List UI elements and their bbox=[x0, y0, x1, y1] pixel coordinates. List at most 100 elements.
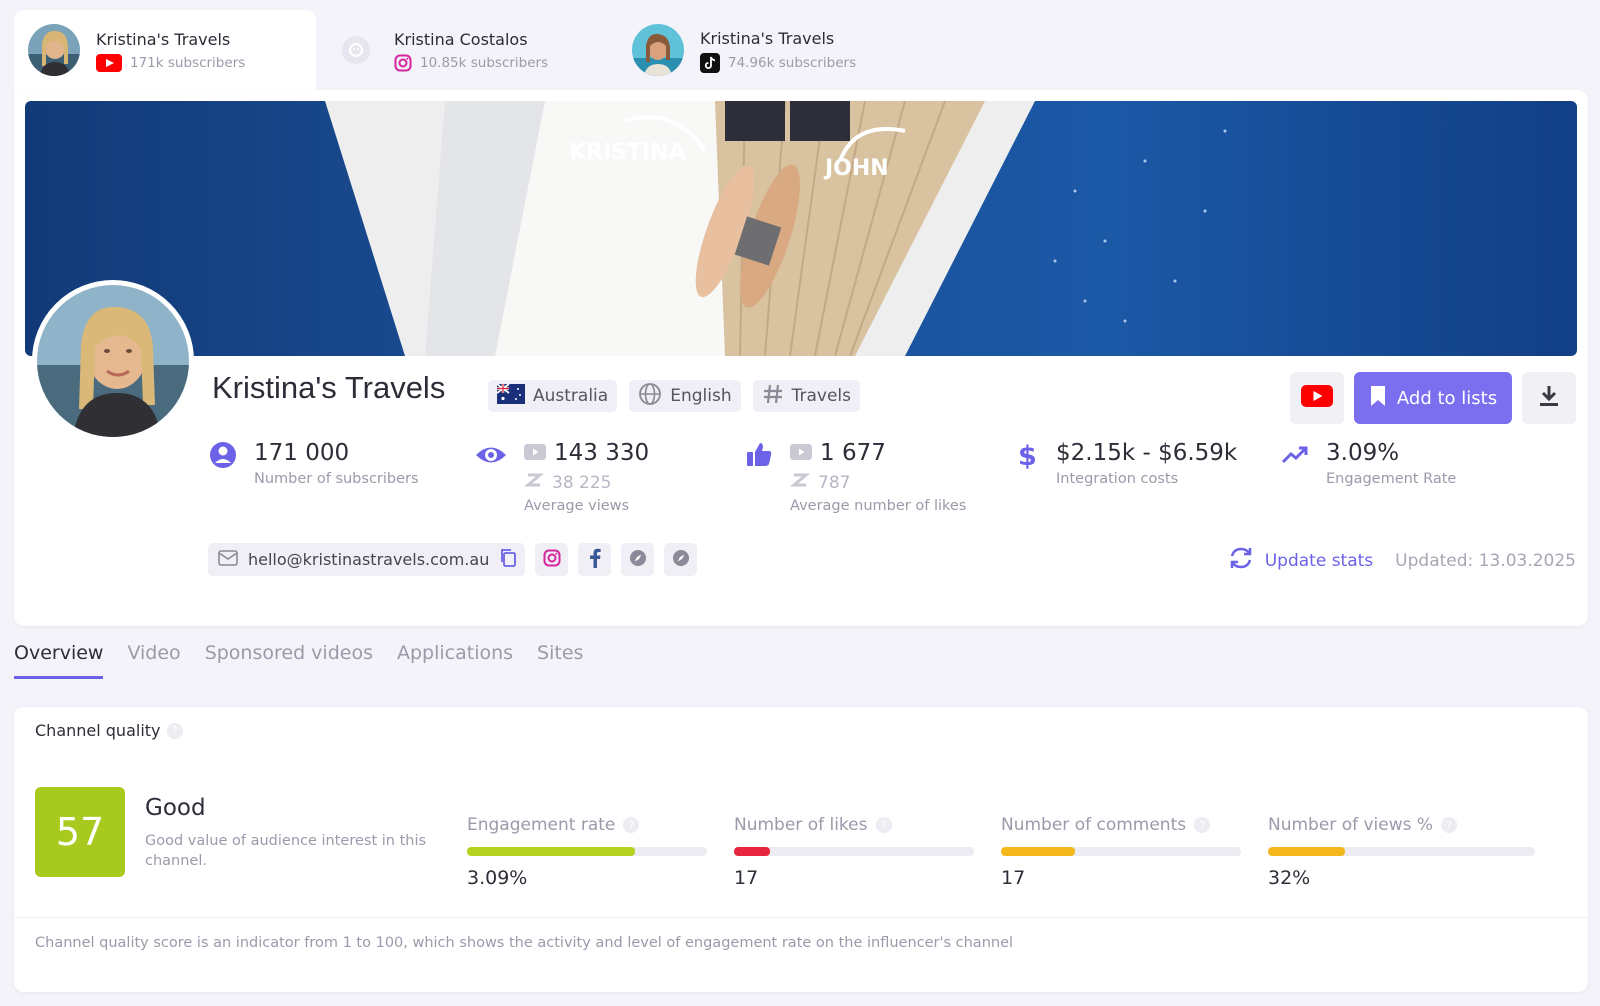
channel-banner: KRISTINA JOHN bbox=[25, 101, 1577, 356]
thumbs-up-icon bbox=[744, 440, 774, 514]
account-name: Kristina Costalos bbox=[394, 29, 528, 49]
channel-title: Kristina's Travels bbox=[212, 370, 446, 405]
help-icon[interactable]: ? bbox=[166, 722, 183, 739]
update-stats-button[interactable]: Update stats bbox=[1227, 546, 1373, 575]
profile-photo bbox=[32, 280, 194, 442]
account-avatar bbox=[28, 24, 80, 76]
globe-icon bbox=[638, 382, 662, 411]
hashtag-icon bbox=[762, 383, 784, 410]
metric-name: Engagement rate bbox=[467, 815, 616, 835]
open-youtube-button[interactable] bbox=[1290, 372, 1344, 424]
section-tabs: Overview Video Sponsored videos Applicat… bbox=[14, 642, 583, 679]
australia-flag-icon bbox=[496, 382, 525, 409]
help-icon[interactable]: ? bbox=[1441, 817, 1458, 833]
metric-name: Number of likes bbox=[734, 815, 868, 835]
tab-applications[interactable]: Applications bbox=[397, 642, 513, 679]
category-chip[interactable]: Travels bbox=[752, 380, 860, 412]
bookmark-icon bbox=[1369, 384, 1387, 413]
views-sub-value: 38 225 bbox=[552, 472, 612, 493]
views-label: Average views bbox=[524, 498, 630, 514]
metric-engagement-rate: Engagement rate? 3.09% bbox=[467, 815, 707, 889]
metric-name: Number of views % bbox=[1268, 815, 1434, 835]
add-to-lists-label: Add to lists bbox=[1396, 387, 1498, 409]
account-name: Kristina's Travels bbox=[96, 29, 231, 49]
channel-quality-card: Channel quality ? 57 Good Good value of … bbox=[14, 707, 1588, 992]
quality-score-badge: 57 bbox=[35, 787, 125, 877]
youtube-icon bbox=[96, 53, 122, 72]
dollar-icon: $ bbox=[1014, 440, 1040, 487]
youtube-icon bbox=[1301, 385, 1333, 411]
facebook-link-button[interactable] bbox=[578, 543, 612, 576]
download-button[interactable] bbox=[1522, 372, 1576, 424]
copy-icon[interactable] bbox=[499, 548, 517, 572]
account-tab-instagram[interactable]: Kristina Costalos 10.85k subscribers bbox=[316, 10, 618, 90]
metric-name: Number of comments bbox=[1001, 815, 1187, 835]
stat-engagement: 3.09% Engagement Rate bbox=[1280, 438, 1456, 487]
metric-value: 17 bbox=[1001, 867, 1026, 889]
metric-bar-fill bbox=[467, 847, 635, 856]
instagram-icon bbox=[394, 54, 412, 72]
tab-overview[interactable]: Overview bbox=[14, 642, 104, 679]
account-subscribers: 74.96k subscribers bbox=[728, 54, 857, 71]
account-tab-tiktok[interactable]: Kristina's Travels 74.96k subscribers bbox=[618, 10, 920, 90]
subscribers-label: Number of subscribers bbox=[254, 471, 419, 487]
stat-subscribers: 171 000 Number of subscribers bbox=[208, 438, 419, 487]
tab-sponsored-videos[interactable]: Sponsored videos bbox=[205, 642, 373, 679]
instagram-icon bbox=[543, 549, 561, 571]
tab-video[interactable]: Video bbox=[127, 642, 180, 679]
help-icon[interactable]: ? bbox=[623, 817, 640, 833]
account-subscribers: 171k subscribers bbox=[130, 54, 246, 71]
metric-value: 17 bbox=[734, 867, 759, 889]
account-avatar bbox=[632, 24, 684, 76]
update-row: Update stats Updated: 13.03.2025 bbox=[1227, 546, 1576, 575]
metric-value: 3.09% bbox=[467, 867, 528, 889]
language-chip[interactable]: English bbox=[629, 380, 741, 412]
quality-footnote: Channel quality score is an indicator fr… bbox=[35, 935, 1014, 951]
account-tabs: Kristina's Travels 171k subscribers Kris… bbox=[14, 10, 920, 90]
country-chip[interactable]: Australia bbox=[488, 380, 618, 412]
metric-bar-fill bbox=[1001, 847, 1076, 856]
banner-label-kristina: KRISTINA bbox=[569, 140, 686, 165]
sponsored-icon bbox=[789, 470, 811, 495]
email-address: hello@kristinastravels.com.au bbox=[248, 550, 490, 569]
trending-up-icon bbox=[1280, 440, 1310, 487]
channel-tags: Australia English Travels bbox=[488, 380, 860, 412]
quality-score-description: Good value of audience interest in this … bbox=[145, 833, 427, 869]
profile-card: KRISTINA JOHN Kristina's Travels Austral… bbox=[14, 90, 1588, 626]
tiktok-icon bbox=[700, 52, 720, 73]
metric-bar bbox=[1268, 847, 1535, 856]
language-label: English bbox=[670, 386, 732, 406]
download-icon bbox=[1538, 384, 1560, 412]
update-stats-label: Update stats bbox=[1264, 550, 1374, 571]
instagram-link-button[interactable] bbox=[535, 543, 569, 576]
account-tab-youtube[interactable]: Kristina's Travels 171k subscribers bbox=[14, 10, 316, 90]
metric-bar-fill bbox=[734, 847, 770, 856]
quality-score-label: Good bbox=[145, 795, 206, 821]
channel-quality-title: Channel quality bbox=[35, 721, 161, 740]
stat-likes: 1 677 787 Average number of likes bbox=[744, 438, 966, 514]
likes-value: 1 677 bbox=[820, 440, 886, 466]
metric-number-of-views: Number of views %? 32% bbox=[1268, 815, 1535, 889]
website-link-button[interactable] bbox=[621, 543, 655, 576]
account-name: Kristina's Travels bbox=[700, 28, 835, 48]
account-subscribers: 10.85k subscribers bbox=[420, 54, 549, 71]
category-label: Travels bbox=[791, 386, 851, 406]
website-link-button[interactable] bbox=[664, 543, 698, 576]
engagement-value: 3.09% bbox=[1326, 440, 1400, 466]
avatar-placeholder-icon bbox=[342, 36, 370, 64]
add-to-lists-button[interactable]: Add to lists bbox=[1354, 372, 1512, 424]
divider bbox=[14, 917, 1588, 918]
mail-icon bbox=[218, 549, 238, 570]
updated-date: Updated: 13.03.2025 bbox=[1395, 550, 1576, 571]
svg-text:$: $ bbox=[1018, 441, 1037, 470]
email-chip[interactable]: hello@kristinastravels.com.au bbox=[208, 543, 526, 576]
metric-value: 32% bbox=[1268, 867, 1311, 889]
help-icon[interactable]: ? bbox=[1194, 817, 1211, 833]
metric-bar bbox=[1001, 847, 1241, 856]
sponsored-icon bbox=[523, 470, 545, 495]
help-icon[interactable]: ? bbox=[875, 817, 892, 833]
stat-views: 143 330 38 225 Average views bbox=[474, 438, 649, 514]
facebook-icon bbox=[589, 548, 601, 572]
user-circle-icon bbox=[208, 440, 238, 487]
tab-sites[interactable]: Sites bbox=[537, 642, 583, 679]
